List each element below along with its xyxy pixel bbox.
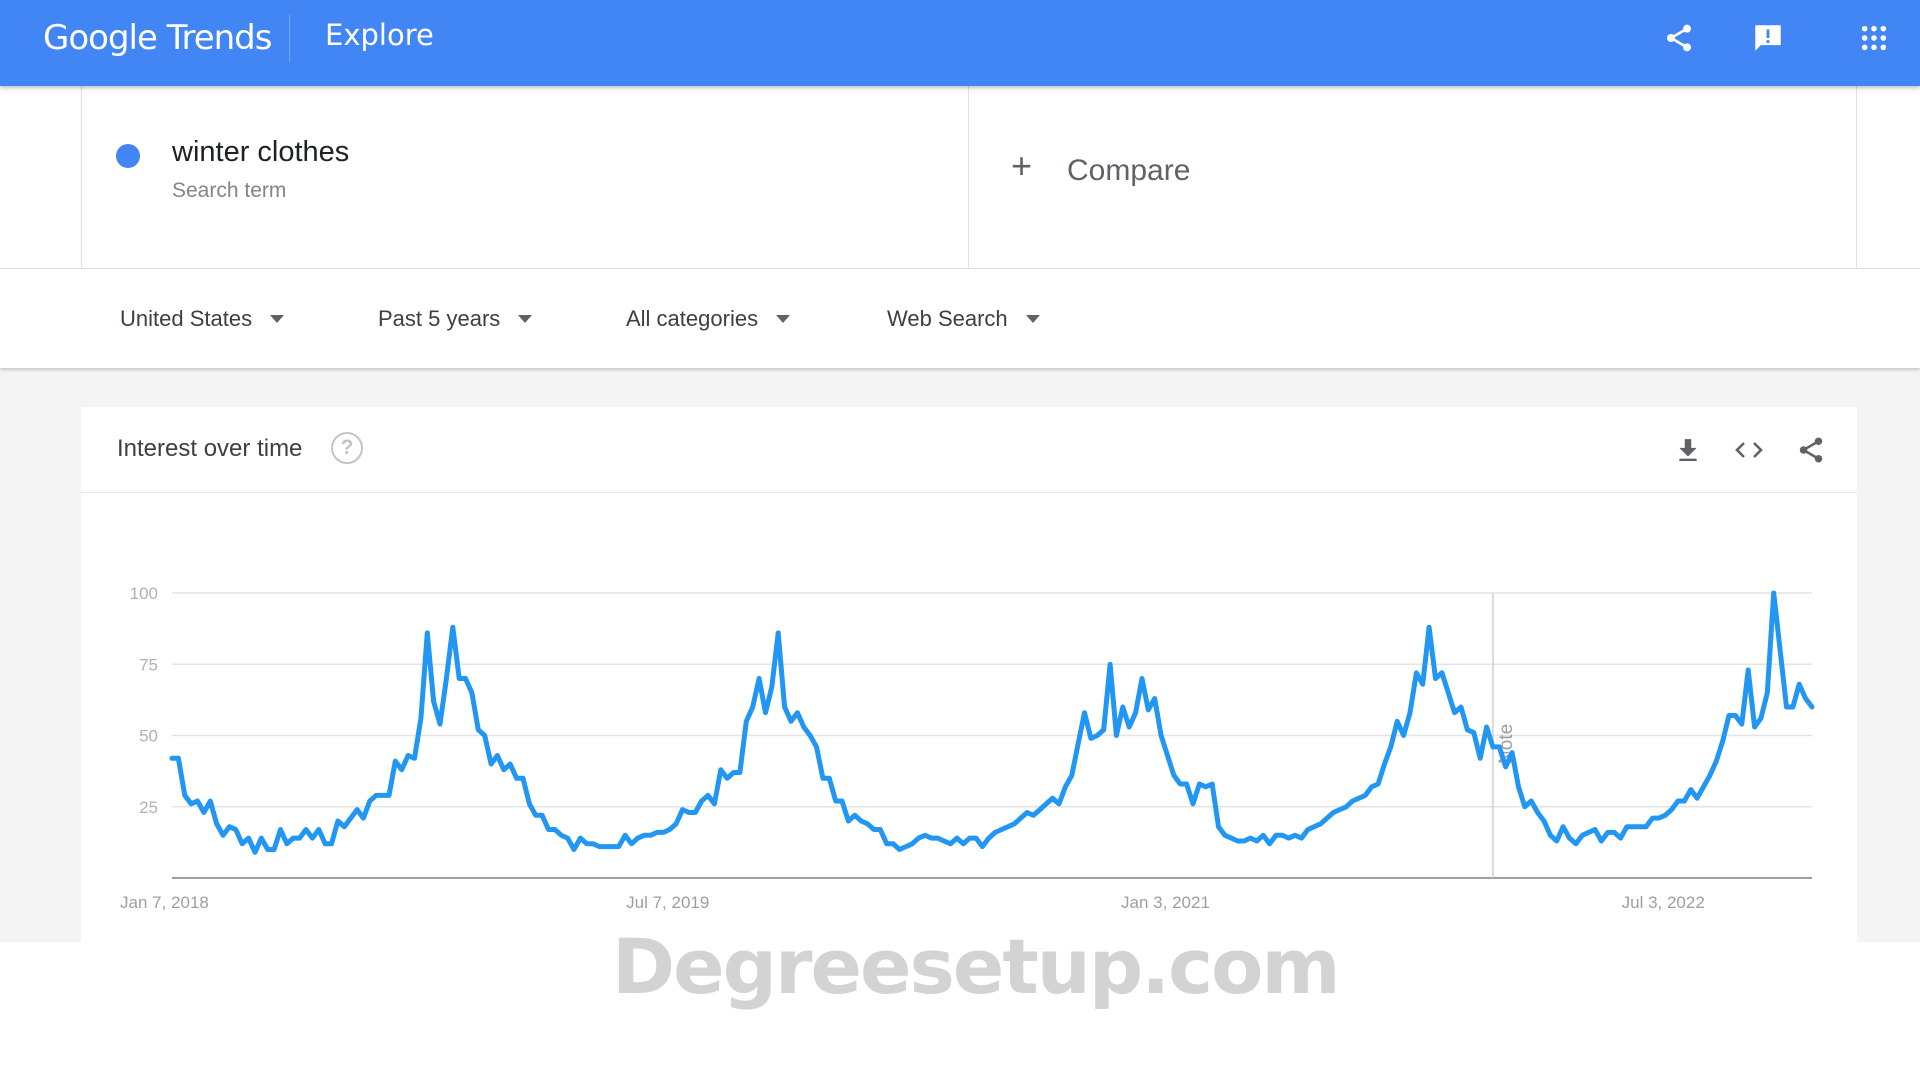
share-icon[interactable] bbox=[1659, 18, 1699, 58]
category-dropdown[interactable]: All categories bbox=[626, 306, 791, 332]
card-header: Interest over time ? bbox=[81, 407, 1857, 493]
page-title: Explore bbox=[325, 18, 434, 52]
region-dropdown-label: United States bbox=[120, 306, 253, 331]
embed-code-icon[interactable] bbox=[1732, 433, 1766, 467]
compare-label: Compare bbox=[1067, 154, 1191, 187]
interest-over-time-card: Interest over time ? bbox=[81, 407, 1857, 942]
category-dropdown-label: All categories bbox=[626, 306, 759, 331]
search-term-card[interactable]: winter clothes Search term bbox=[81, 86, 969, 269]
time-range-dropdown[interactable]: Past 5 years bbox=[378, 306, 533, 332]
header-divider bbox=[289, 14, 290, 62]
plus-icon: + bbox=[1011, 145, 1033, 186]
search-term-name[interactable]: winter clothes bbox=[172, 136, 349, 169]
filter-bar: United States Past 5 years All categorie… bbox=[0, 270, 1920, 368]
download-icon[interactable] bbox=[1671, 433, 1705, 467]
region-dropdown[interactable]: United States bbox=[120, 306, 285, 332]
caret-down-icon bbox=[1025, 315, 1040, 323]
watermark: Degreesetup.com bbox=[612, 922, 1341, 1011]
card-title: Interest over time bbox=[117, 435, 303, 462]
share-icon[interactable] bbox=[1794, 433, 1828, 467]
caret-down-icon bbox=[270, 315, 285, 323]
apps-grid-icon[interactable] bbox=[1854, 18, 1894, 58]
google-trends-logo[interactable]: Google Trends bbox=[43, 18, 272, 58]
feedback-icon[interactable] bbox=[1748, 18, 1788, 58]
caret-down-icon bbox=[776, 315, 791, 323]
compare-button[interactable]: + Compare bbox=[969, 86, 1857, 269]
term-color-dot bbox=[116, 144, 140, 168]
search-type-dropdown[interactable]: Web Search bbox=[887, 306, 1040, 332]
time-range-dropdown-label: Past 5 years bbox=[378, 306, 501, 331]
search-term-type: Search term bbox=[172, 179, 287, 202]
help-icon[interactable]: ? bbox=[331, 432, 363, 464]
search-terms-row: winter clothes Search term + Compare bbox=[0, 86, 1920, 269]
caret-down-icon bbox=[518, 315, 533, 323]
search-type-dropdown-label: Web Search bbox=[887, 306, 1008, 331]
app-header: Google Trends Explore bbox=[0, 0, 1920, 86]
